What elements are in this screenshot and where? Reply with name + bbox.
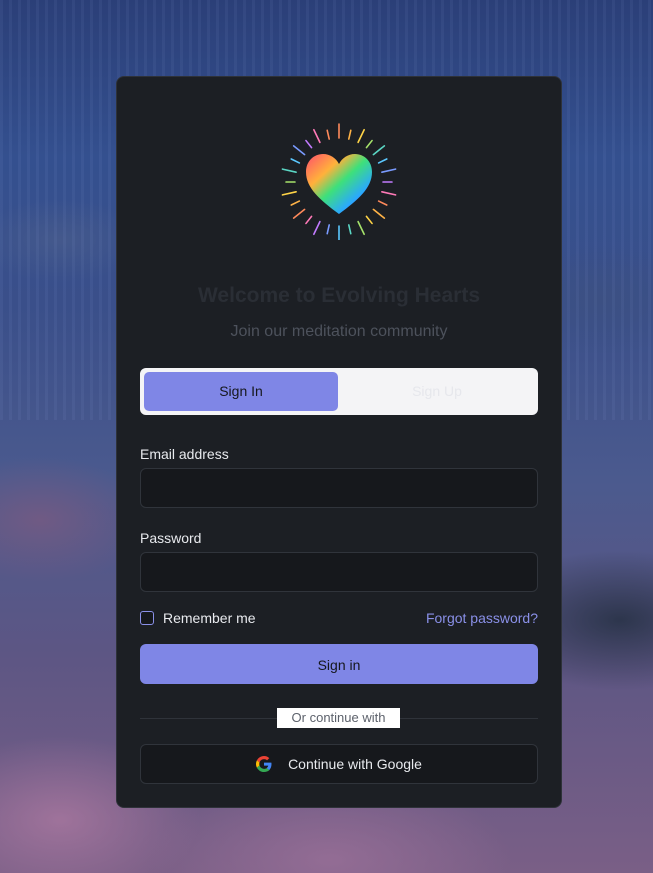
google-button-label: Continue with Google — [288, 756, 422, 772]
logo-ray — [292, 145, 306, 156]
sign-in-button[interactable]: Sign in — [140, 644, 538, 684]
logo-ray — [313, 220, 321, 236]
remember-me[interactable]: Remember me — [140, 610, 256, 626]
logo-ray — [377, 200, 388, 206]
logo-ray — [326, 129, 331, 140]
logo-ray — [381, 190, 397, 196]
password-label: Password — [140, 530, 202, 546]
logo-ray — [357, 220, 365, 236]
logo-ray — [365, 139, 373, 149]
email-field[interactable] — [140, 468, 538, 508]
google-icon — [256, 756, 272, 772]
remember-me-checkbox[interactable] — [140, 611, 154, 625]
logo-ray — [281, 168, 297, 174]
logo-ray — [326, 224, 331, 235]
logo-ray — [381, 168, 397, 174]
email-label: Email address — [140, 446, 229, 462]
logo-ray — [377, 158, 388, 164]
continue-with-google-button[interactable]: Continue with Google — [140, 744, 538, 784]
logo-ray — [357, 128, 365, 144]
logo-ray — [347, 129, 352, 140]
logo-ray — [365, 215, 373, 225]
tab-sign-in[interactable]: Sign In — [144, 372, 338, 411]
logo-ray — [372, 145, 386, 156]
auth-tabs: Sign In Sign Up — [140, 368, 538, 415]
logo-ray — [347, 224, 352, 235]
logo-ray — [292, 208, 306, 219]
page-title: Welcome to Evolving Hearts — [197, 284, 481, 307]
logo-ray — [305, 139, 313, 149]
page-subtitle: Join our meditation community — [230, 323, 448, 340]
forgot-password-link[interactable]: Forgot password? — [426, 610, 538, 626]
divider-text: Or continue with — [277, 708, 400, 728]
rainbow-heart-icon — [281, 123, 397, 240]
tab-sign-up[interactable]: Sign Up — [340, 372, 534, 411]
logo-ray — [290, 158, 301, 164]
remember-me-label: Remember me — [163, 610, 256, 626]
logo-ray — [281, 190, 297, 196]
logo-ray — [313, 128, 321, 144]
logo-ray — [305, 215, 313, 225]
logo-ray — [290, 200, 301, 206]
logo-ray — [372, 208, 386, 219]
password-field[interactable] — [140, 552, 538, 592]
